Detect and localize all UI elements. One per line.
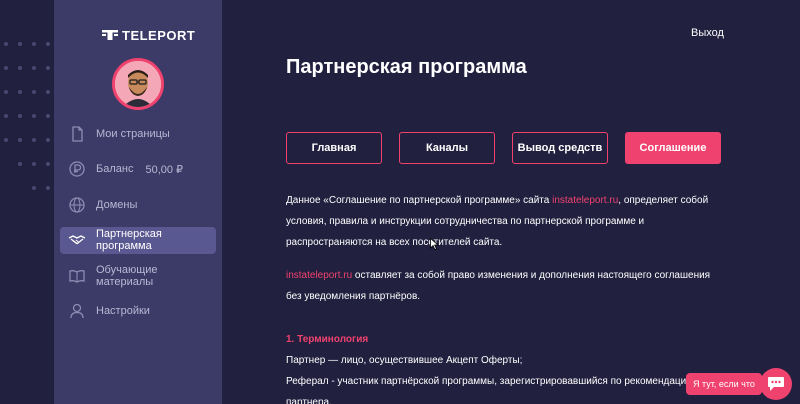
tab-main[interactable]: Главная <box>286 132 382 164</box>
sidebar-item-label: Баланс <box>96 163 134 175</box>
tab-channels[interactable]: Каналы <box>399 132 495 164</box>
site-link[interactable]: instateleport.ru <box>286 270 352 281</box>
page-title: Партнерская программа <box>286 56 527 78</box>
handshake-icon <box>68 235 86 245</box>
sidebar-item-domains[interactable]: Домены <box>60 191 216 218</box>
book-icon <box>69 269 85 283</box>
sidebar-item-label: Настройки <box>96 305 150 317</box>
sidebar-nav: Мои страницы Баланс 50,00 ₽ Домены Партн… <box>60 120 216 333</box>
site-link[interactable]: instateleport.ru <box>552 195 618 206</box>
tab-agreement[interactable]: Соглашение <box>625 132 721 164</box>
agreement-paragraph: Данное «Соглашение по партнерской програ… <box>286 190 726 253</box>
chat-icon <box>768 377 784 391</box>
sidebar-item-my-pages[interactable]: Мои страницы <box>60 120 216 147</box>
tab-bar: Главная Каналы Вывод средств Соглашение <box>286 132 721 164</box>
user-icon <box>70 303 84 319</box>
sidebar-item-label: Партнерская программа <box>96 228 162 252</box>
globe-icon <box>69 196 85 213</box>
balance-value: 50,00 ₽ <box>145 163 184 176</box>
avatar[interactable] <box>112 58 164 110</box>
sidebar-item-balance[interactable]: Баланс 50,00 ₽ <box>60 156 216 183</box>
sidebar-item-label: Обучающие материалы <box>96 263 158 288</box>
help-tooltip[interactable]: Я тут, если что <box>686 373 762 395</box>
sidebar-item-learning[interactable]: Обучающие материалы <box>60 262 216 289</box>
chat-button[interactable] <box>760 368 792 400</box>
ruble-coin-icon <box>69 161 85 177</box>
section-title: 1. Терминология <box>286 334 369 345</box>
term-definition: Реферал - участник партнёрской программы… <box>286 376 692 404</box>
logout-link[interactable]: Выход <box>691 27 724 39</box>
term-definition: Партнер — лицо, осуществившее Акцепт Офе… <box>286 355 523 366</box>
decorative-dots <box>4 42 50 190</box>
document-icon <box>72 125 83 142</box>
sidebar-item-label: Домены <box>96 198 138 211</box>
tab-withdrawal[interactable]: Вывод средств <box>512 132 608 164</box>
sidebar: TELEPORT Мои страницы Баланс 50,00 ₽ Дом… <box>54 0 222 404</box>
teleport-logo-icon <box>102 30 118 40</box>
mouse-cursor-icon <box>430 238 439 250</box>
avatar-illustration <box>115 61 161 107</box>
sidebar-item-label: Мои страницы <box>96 127 170 140</box>
agreement-content: Данное «Соглашение по партнерской програ… <box>286 190 726 404</box>
brand-logo[interactable]: TELEPORT <box>102 27 195 43</box>
brand-name: TELEPORT <box>122 27 196 43</box>
sidebar-item-settings[interactable]: Настройки <box>60 298 216 325</box>
agreement-paragraph: instateleport.ru оставляет за собой прав… <box>286 265 726 307</box>
paragraph-text: Данное «Соглашение по партнерской програ… <box>286 195 553 206</box>
sidebar-item-partner-program[interactable]: Партнерская программа <box>60 226 216 254</box>
